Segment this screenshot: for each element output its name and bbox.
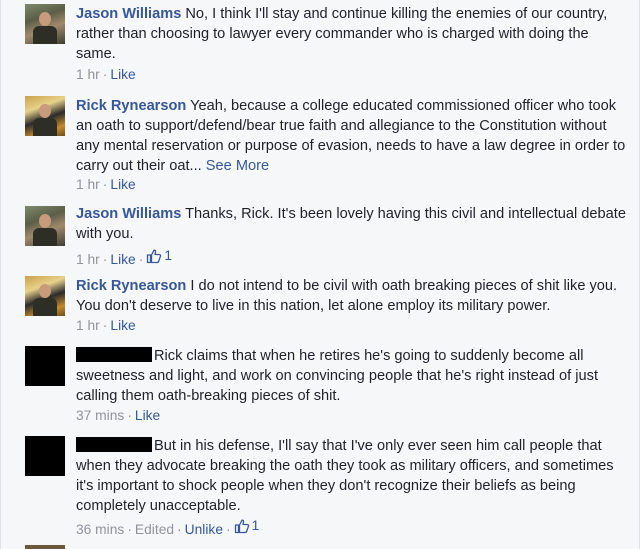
comment-time[interactable]: 37 mins [76, 408, 124, 423]
thumbs-up-icon [147, 249, 162, 264]
comment-author[interactable]: Jason Williams [76, 6, 181, 22]
redacted-author-name [76, 437, 152, 452]
like-link[interactable]: Like [135, 408, 160, 423]
comment-text: Rick Rynearson I do not intend to be civ… [76, 276, 626, 316]
comment-meta: 36 mins · Edited · Unlike · 1 [76, 517, 260, 537]
comment-body: But in his defense, I'll say that I've o… [76, 438, 614, 514]
redacted-author-name [76, 347, 152, 362]
comment-time[interactable]: 36 mins [76, 522, 124, 537]
comment-text: But in his defense, I'll say that I've o… [76, 436, 626, 516]
like-link[interactable]: Like [110, 177, 135, 192]
comment-text: Rick claims that when he retires he's go… [76, 346, 626, 406]
comment-text: Jason Williams Thanks, Rick. It's been l… [76, 204, 626, 244]
like-count[interactable]: 1 [234, 517, 260, 535]
comment-time[interactable]: 1 hr [76, 252, 100, 267]
comment-meta: 1 hr · Like · 1 [76, 247, 172, 267]
like-link[interactable]: Like [110, 252, 135, 267]
comment-body: Rick claims that when he retires he's go… [76, 348, 598, 404]
next-comment-avatar-partial [25, 545, 65, 549]
comment-time[interactable]: 1 hr [76, 67, 100, 82]
comment-meta: 37 mins · Like [76, 408, 161, 423]
comment-author[interactable]: Jason Williams [76, 206, 181, 222]
comment-text: Jason Williams No, I think I'll stay and… [76, 4, 626, 64]
comment-author[interactable]: Rick Rynearson [76, 98, 186, 114]
edited-label[interactable]: Edited [135, 522, 174, 537]
like-count-number: 1 [251, 518, 260, 533]
thumbs-up-icon [234, 519, 249, 534]
unlike-link[interactable]: Unlike [185, 522, 223, 537]
comment-time[interactable]: 1 hr [76, 177, 100, 192]
avatar[interactable] [25, 206, 65, 246]
like-count-number: 1 [164, 248, 172, 263]
redacted-avatar [25, 346, 65, 386]
comment-text: Rick Rynearson Yeah, because a college e… [76, 96, 626, 176]
comment-meta: 1 hr · Like [76, 177, 136, 192]
comment-meta: 1 hr · Like [76, 318, 136, 333]
see-more-link[interactable]: See More [206, 158, 269, 174]
avatar[interactable] [25, 276, 65, 316]
like-link[interactable]: Like [110, 67, 135, 82]
like-link[interactable]: Like [110, 318, 135, 333]
avatar[interactable] [25, 4, 65, 44]
comment-meta: 1 hr · Like [76, 67, 136, 82]
comment-time[interactable]: 1 hr [76, 318, 100, 333]
avatar[interactable] [25, 96, 65, 136]
like-count[interactable]: 1 [146, 247, 172, 265]
comment-author[interactable]: Rick Rynearson [76, 278, 186, 294]
redacted-avatar [25, 436, 65, 476]
